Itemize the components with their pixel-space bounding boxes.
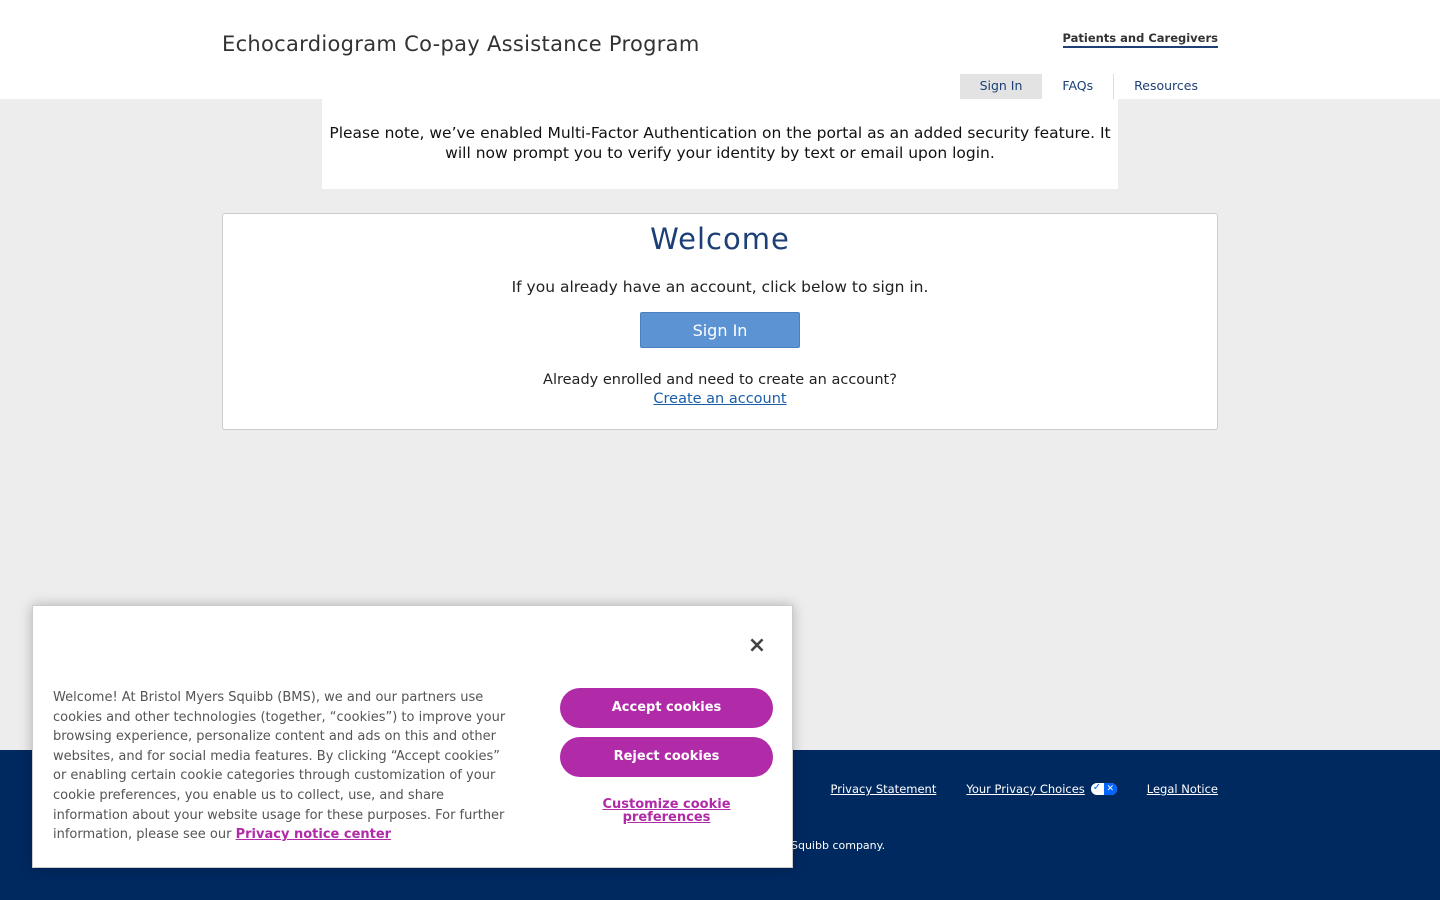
site-title: Echocardiogram Co-pay Assistance Program xyxy=(222,32,700,56)
welcome-title: Welcome xyxy=(650,222,790,256)
welcome-card: Welcome If you already have an account, … xyxy=(222,213,1218,430)
nav-sign-in[interactable]: Sign In xyxy=(959,74,1043,99)
mfa-notice: Please note, we’ve enabled Multi-Factor … xyxy=(322,99,1118,189)
sign-in-button[interactable]: Sign In xyxy=(640,312,800,348)
nav-resources[interactable]: Resources xyxy=(1114,74,1218,99)
footer-links: Privacy Statement Your Privacy Choices ✓… xyxy=(831,782,1218,796)
site-header: Echocardiogram Co-pay Assistance Program… xyxy=(0,0,1440,99)
privacy-choices-label: Your Privacy Choices xyxy=(966,782,1085,796)
patients-caregivers-link[interactable]: Patients and Caregivers xyxy=(1062,31,1218,48)
cookie-banner-body: Welcome! At Bristol Myers Squibb (BMS), … xyxy=(53,690,506,843)
legal-notice-link[interactable]: Legal Notice xyxy=(1147,782,1218,796)
privacy-notice-center-link[interactable]: Privacy notice center xyxy=(236,827,391,842)
welcome-intro: If you already have an account, click be… xyxy=(511,278,929,296)
privacy-choices-link[interactable]: Your Privacy Choices ✓ ✕ xyxy=(966,782,1117,796)
create-account-link[interactable]: Create an account xyxy=(653,391,786,407)
mfa-notice-text: Please note, we’ve enabled Multi-Factor … xyxy=(329,124,1111,162)
cookie-banner-text: Welcome! At Bristol Myers Squibb (BMS), … xyxy=(53,688,515,845)
cookie-banner: × Welcome! At Bristol Myers Squibb (BMS)… xyxy=(32,605,793,868)
main-nav: Sign In FAQs Resources xyxy=(959,74,1218,99)
reject-cookies-button[interactable]: Reject cookies xyxy=(560,737,773,777)
privacy-choices-icon: ✓ ✕ xyxy=(1090,782,1117,795)
customize-cookie-preferences-link[interactable]: Customize cookie preferences xyxy=(560,798,773,824)
footer-copyright: Squibb company. xyxy=(791,839,886,852)
privacy-statement-link[interactable]: Privacy Statement xyxy=(831,782,937,796)
nav-faqs[interactable]: FAQs xyxy=(1042,74,1113,99)
enroll-text: Already enrolled and need to create an a… xyxy=(543,372,897,388)
accept-cookies-button[interactable]: Accept cookies xyxy=(560,688,773,728)
close-icon[interactable]: × xyxy=(747,634,767,658)
